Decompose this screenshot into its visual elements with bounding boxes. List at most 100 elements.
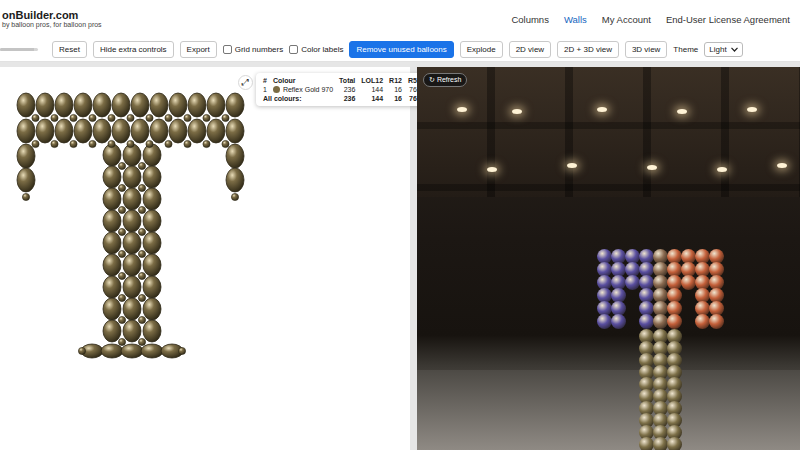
balloon[interactable] (17, 93, 35, 117)
small-balloon[interactable] (138, 338, 145, 345)
small-balloon[interactable] (89, 114, 96, 121)
balloon[interactable] (55, 93, 73, 117)
checkbox-box[interactable] (289, 45, 298, 54)
refresh-button[interactable]: ↻Refresh (423, 73, 467, 87)
balloon[interactable] (112, 93, 130, 117)
balloon[interactable] (143, 188, 161, 210)
balloon[interactable] (143, 276, 161, 298)
balloon[interactable] (131, 119, 149, 143)
balloon[interactable] (123, 254, 141, 276)
balloon-t-figure[interactable] (14, 89, 264, 369)
small-balloon[interactable] (22, 193, 29, 200)
toolbar-button[interactable]: Export (180, 41, 217, 59)
balloon[interactable] (143, 254, 161, 276)
small-balloon[interactable] (222, 140, 229, 147)
small-balloon[interactable] (51, 140, 58, 147)
toolbar-button[interactable]: Remove unused balloons (349, 41, 453, 59)
balloon[interactable] (169, 93, 187, 117)
size-slider[interactable] (0, 48, 38, 51)
small-balloon[interactable] (108, 140, 115, 147)
small-balloon[interactable] (138, 228, 145, 235)
balloon[interactable] (123, 298, 141, 320)
balloon[interactable] (207, 119, 225, 143)
balloon[interactable] (143, 210, 161, 232)
balloon[interactable] (17, 168, 35, 192)
balloon[interactable] (207, 93, 225, 117)
balloon[interactable] (141, 344, 163, 358)
toolbar-button[interactable]: 2D view (509, 41, 551, 59)
brand-name[interactable]: onBuilder.com (2, 9, 102, 22)
toolbar-button[interactable]: Explode (460, 41, 503, 59)
small-balloon[interactable] (138, 184, 145, 191)
balloon[interactable] (188, 93, 206, 117)
nav-item[interactable]: Columns (511, 14, 549, 25)
small-balloon[interactable] (146, 140, 153, 147)
small-balloon[interactable] (118, 250, 125, 257)
small-balloon[interactable] (51, 114, 58, 121)
small-balloon[interactable] (127, 140, 134, 147)
small-balloon[interactable] (146, 114, 153, 121)
balloon[interactable] (103, 210, 121, 232)
toolbar-button[interactable]: 2D + 3D view (557, 41, 619, 59)
balloon[interactable] (36, 119, 54, 143)
small-balloon[interactable] (118, 184, 125, 191)
balloon[interactable] (103, 276, 121, 298)
theme-select[interactable]: Light (704, 42, 742, 57)
balloon[interactable] (143, 298, 161, 320)
small-balloon[interactable] (165, 114, 172, 121)
balloon[interactable] (226, 93, 244, 117)
balloon[interactable] (103, 298, 121, 320)
balloon[interactable] (123, 210, 141, 232)
balloon[interactable] (93, 93, 111, 117)
checkbox-box[interactable] (223, 45, 232, 54)
small-balloon[interactable] (231, 193, 238, 200)
balloon[interactable] (226, 119, 244, 143)
balloon[interactable] (123, 232, 141, 254)
small-balloon[interactable] (203, 140, 210, 147)
small-balloon[interactable] (138, 250, 145, 257)
small-balloon[interactable] (32, 140, 39, 147)
toolbar-button[interactable]: Reset (52, 41, 87, 59)
small-balloon[interactable] (78, 347, 85, 354)
balloon[interactable] (150, 93, 168, 117)
balloon[interactable] (143, 166, 161, 188)
small-balloon[interactable] (118, 338, 125, 345)
small-balloon[interactable] (127, 114, 134, 121)
small-balloon[interactable] (108, 114, 115, 121)
balloon[interactable] (150, 119, 168, 143)
balloon[interactable] (123, 320, 141, 342)
expand-button[interactable]: ⤢ (238, 75, 253, 90)
small-balloon[interactable] (70, 140, 77, 147)
small-balloon[interactable] (118, 162, 125, 169)
balloon[interactable] (143, 232, 161, 254)
balloon[interactable] (93, 119, 111, 143)
small-balloon[interactable] (70, 114, 77, 121)
balloon[interactable] (17, 144, 35, 168)
small-balloon[interactable] (178, 347, 185, 354)
3d-preview[interactable]: ↻Refresh (417, 67, 800, 450)
balloon[interactable] (103, 232, 121, 254)
brand[interactable]: onBuilder.comby balloon pros, for balloo… (2, 9, 102, 30)
small-balloon[interactable] (138, 272, 145, 279)
balloon[interactable] (74, 93, 92, 117)
small-balloon[interactable] (165, 140, 172, 147)
balloon[interactable] (36, 93, 54, 117)
nav-item[interactable]: End-User License Agreement (666, 14, 790, 25)
nav-item[interactable]: Walls (564, 14, 587, 25)
small-balloon[interactable] (203, 114, 210, 121)
small-balloon[interactable] (118, 272, 125, 279)
balloon[interactable] (123, 276, 141, 298)
small-balloon[interactable] (184, 114, 191, 121)
balloon[interactable] (169, 119, 187, 143)
balloon[interactable] (188, 119, 206, 143)
toolbar-checkbox[interactable]: Color labels (289, 45, 343, 54)
small-balloon[interactable] (138, 316, 145, 323)
small-balloon[interactable] (184, 140, 191, 147)
toolbar-button[interactable]: 3D view (625, 41, 667, 59)
small-balloon[interactable] (89, 140, 96, 147)
balloon[interactable] (103, 320, 121, 342)
balloon[interactable] (121, 344, 143, 358)
balloon[interactable] (103, 188, 121, 210)
balloon[interactable] (143, 320, 161, 342)
balloon[interactable] (103, 166, 121, 188)
